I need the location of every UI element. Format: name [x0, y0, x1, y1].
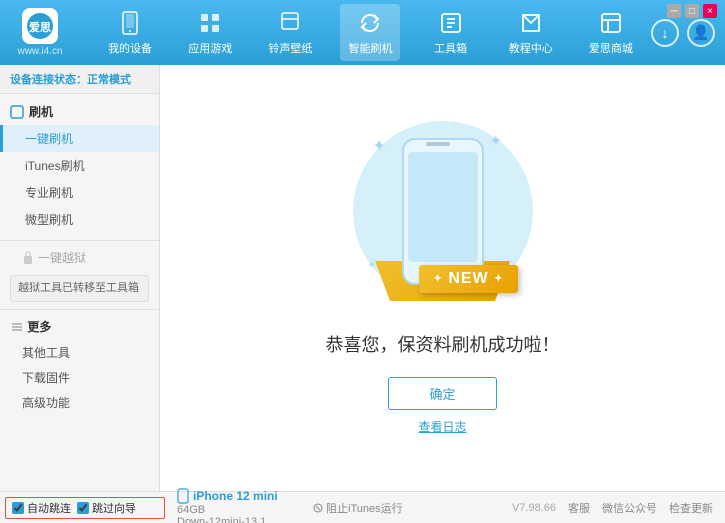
sidebar-item-micro-flash[interactable]: 微型刷机: [0, 206, 159, 233]
nav-smart-flash[interactable]: 智能刷机: [340, 4, 400, 61]
back-link[interactable]: 查看日志: [418, 418, 466, 435]
skip-wizard-input[interactable]: [77, 502, 89, 514]
book-icon: [517, 9, 545, 37]
star-decoration-1: ✦: [373, 136, 386, 156]
auto-connect-input[interactable]: [12, 502, 24, 514]
device-info: iPhone 12 mini 64GB Down-12mini-13,1: [165, 488, 305, 523]
auto-connect-checkbox[interactable]: 自动跳连: [12, 500, 71, 516]
confirm-button[interactable]: 确定: [388, 377, 496, 410]
status-value: 正常模式: [87, 74, 131, 86]
version-label: V7.98.66: [512, 502, 556, 514]
nav-my-device-label: 我的设备: [108, 40, 152, 56]
status-bar: 设备连接状态：正常模式: [0, 65, 159, 94]
star-decoration-2: ✦: [489, 131, 502, 151]
sidebar-item-advanced[interactable]: 高级功能: [0, 390, 159, 415]
itunes-icon: [313, 503, 323, 513]
main-layout: 设备连接状态：正常模式 刷机 一键刷机 iTunes刷机 专业刷机 微型刷机: [0, 65, 725, 491]
header-actions: ↓ 👤: [651, 19, 715, 47]
more-group-label: 更多: [27, 318, 51, 335]
nav-tutorial[interactable]: 教程中心: [501, 4, 561, 61]
sidebar: 设备连接状态：正常模式 刷机 一键刷机 iTunes刷机 专业刷机 微型刷机: [0, 65, 160, 491]
minimize-button[interactable]: ─: [667, 4, 681, 18]
success-message: 恭喜您，保资料刷机成功啦！: [326, 331, 560, 357]
nav-toolbox[interactable]: 工具箱: [421, 4, 481, 61]
header: 爱思 www.i4.cn 我的设备 应用游戏: [0, 0, 725, 65]
music-icon: [276, 9, 304, 37]
star-decoration-3: ✦: [368, 260, 376, 271]
bottom-right: V7.98.66 客服 微信公众号 检查更新: [512, 500, 725, 516]
wechat-link[interactable]: 微信公众号: [602, 500, 657, 516]
locked-label: 一键越狱: [38, 249, 86, 266]
more-group-header: 更多: [0, 313, 159, 340]
nav-apps-label: 应用游戏: [188, 40, 232, 56]
content-area: ✦ ✦ ✦ ✦ NEW ✦: [160, 65, 725, 491]
svg-text:爱思: 爱思: [29, 21, 51, 34]
tools-icon: [437, 9, 465, 37]
apps-icon: [196, 9, 224, 37]
logo: 爱思 www.i4.cn: [10, 8, 70, 57]
nav-bar: 我的设备 应用游戏 铃声壁纸 智能刷机: [90, 4, 651, 61]
nav-store[interactable]: 爱思商城: [581, 4, 641, 61]
sidebar-item-other-tools[interactable]: 其他工具: [0, 340, 159, 365]
bottom-checkboxes: 自动跳连 跳过向导: [5, 497, 165, 519]
new-badge-container: ✦ NEW ✦: [419, 265, 517, 293]
sidebar-item-itunes-flash[interactable]: iTunes刷机: [0, 152, 159, 179]
flash-section: 刷机 一键刷机 iTunes刷机 专业刷机 微型刷机: [0, 94, 159, 237]
sidebar-item-one-click-flash[interactable]: 一键刷机: [0, 125, 159, 152]
nav-apps[interactable]: 应用游戏: [180, 4, 240, 61]
customer-service-link[interactable]: 客服: [568, 500, 590, 516]
nav-toolbox-label: 工具箱: [434, 40, 467, 56]
device-name: iPhone 12 mini: [177, 488, 305, 504]
phone-icon: [116, 9, 144, 37]
nav-tutorial-label: 教程中心: [509, 40, 553, 56]
jailbreak-locked: 一键越狱: [0, 244, 159, 271]
download-button[interactable]: ↓: [651, 19, 679, 47]
jailbreak-notice: 越狱工具已转移至工具箱: [10, 275, 149, 302]
status-label: 设备连接状态：: [10, 74, 87, 86]
flash-group-label: 刷机: [29, 103, 53, 120]
nav-ringtones[interactable]: 铃声壁纸: [260, 4, 320, 61]
user-button[interactable]: 👤: [687, 19, 715, 47]
maximize-button[interactable]: □: [685, 4, 699, 18]
sidebar-divider-2: [0, 309, 159, 310]
logo-icon: 爱思: [22, 8, 58, 44]
device-phone-icon: [177, 488, 189, 504]
nav-ringtones-label: 铃声壁纸: [268, 40, 312, 56]
skip-wizard-checkbox[interactable]: 跳过向导: [77, 500, 136, 516]
device-version: Down-12mini-13,1: [177, 516, 305, 523]
success-illustration: ✦ ✦ ✦ ✦ NEW ✦: [353, 121, 533, 311]
device-storage: 64GB: [177, 504, 305, 516]
nav-store-label: 爱思商城: [589, 40, 633, 56]
sidebar-divider-1: [0, 240, 159, 241]
logo-text: www.i4.cn: [17, 46, 62, 57]
bottom-bar: 自动跳连 跳过向导 iPhone 12 mini 64GB Down-12min…: [0, 491, 725, 523]
shop-icon: [597, 9, 625, 37]
flash-group-header: 刷机: [0, 98, 159, 125]
check-update-link[interactable]: 检查更新: [669, 500, 713, 516]
phone-circle: ✦ ✦ ✦ ✦ NEW ✦: [353, 121, 533, 301]
nav-smart-flash-label: 智能刷机: [348, 40, 392, 56]
refresh-icon: [356, 9, 384, 37]
itunes-status: 阻止iTunes运行: [305, 500, 403, 516]
new-badge: ✦ NEW ✦: [419, 265, 517, 293]
window-controls: ─ □ ×: [667, 4, 717, 18]
sidebar-item-pro-flash[interactable]: 专业刷机: [0, 179, 159, 206]
nav-my-device[interactable]: 我的设备: [100, 4, 160, 61]
sidebar-item-download-firmware[interactable]: 下载固件: [0, 365, 159, 390]
itunes-label: 阻止iTunes运行: [326, 500, 403, 516]
close-button[interactable]: ×: [703, 4, 717, 18]
